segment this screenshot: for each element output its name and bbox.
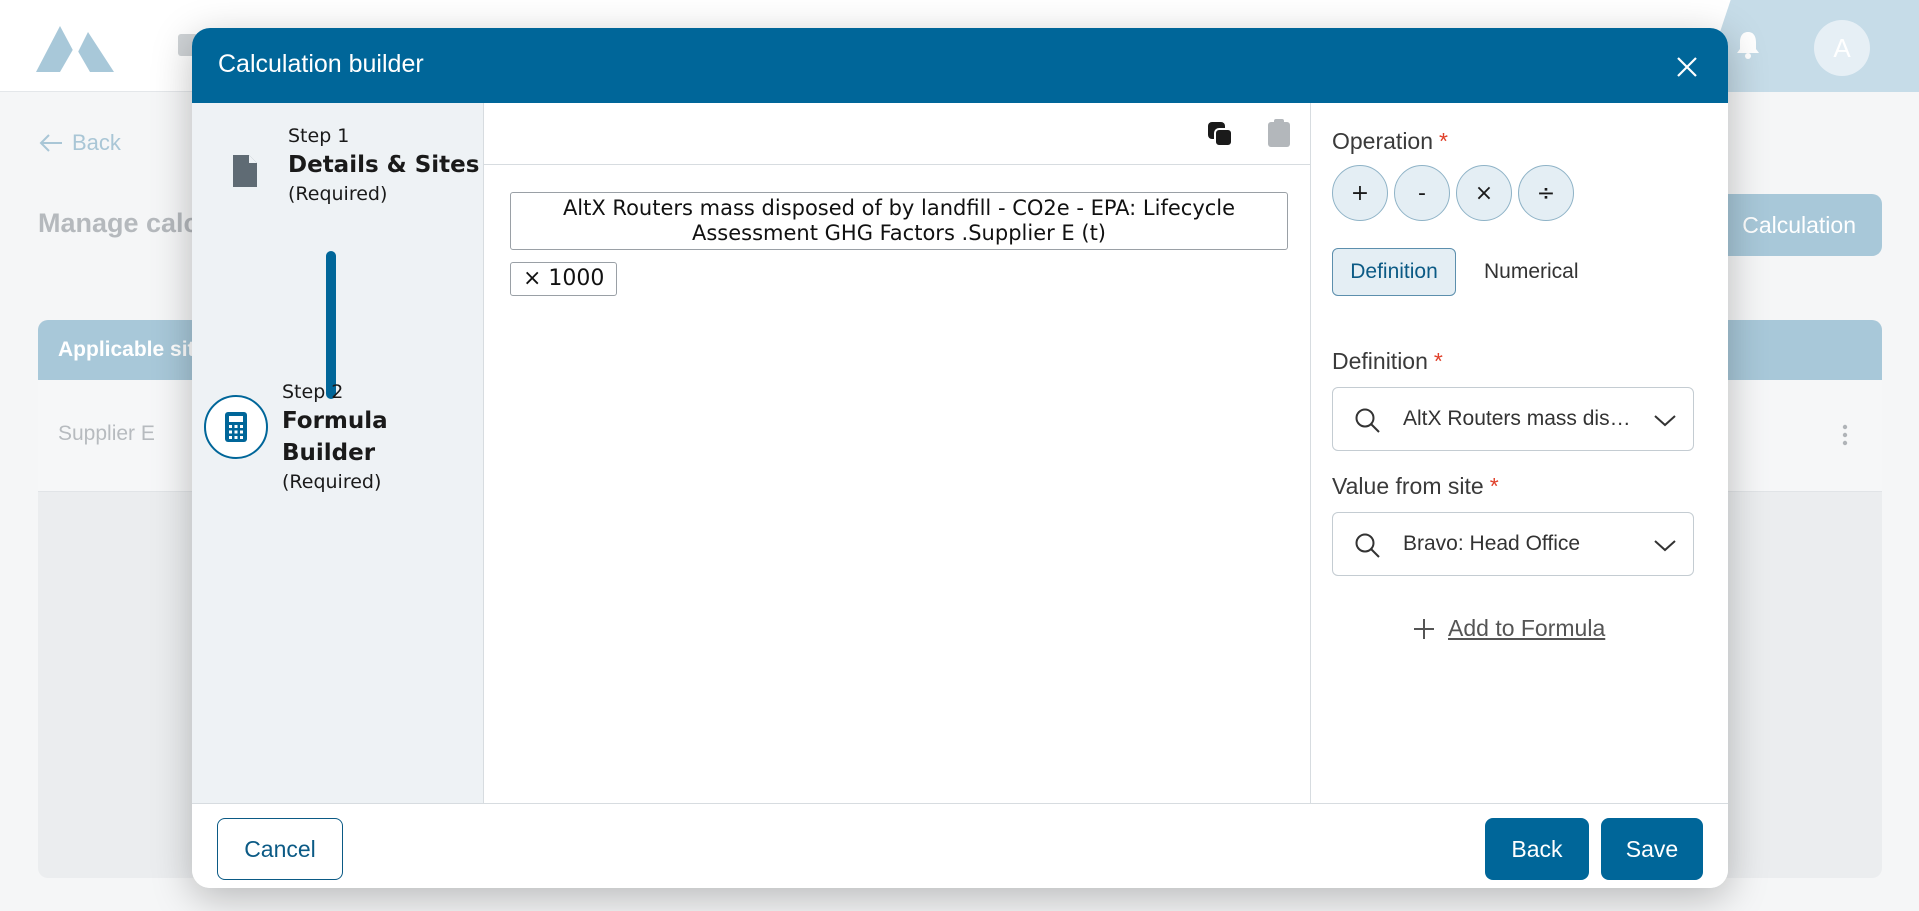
step-connector (326, 251, 336, 399)
add-to-formula-label: Add to Formula (1448, 615, 1606, 641)
background-back-label: Back (72, 130, 121, 155)
clipboard-icon[interactable] (1266, 118, 1292, 148)
bell-icon[interactable] (1734, 30, 1762, 60)
back-button[interactable]: Back (1485, 818, 1589, 880)
step2-requirement: (Required) (282, 471, 382, 493)
formula-operator-token[interactable]: × 1000 (510, 262, 618, 296)
company-logo (36, 26, 114, 72)
add-to-formula-button[interactable]: Add to Formula (1412, 615, 1605, 642)
avatar-initial: A (1833, 32, 1851, 63)
search-icon (1355, 408, 1380, 433)
header-accent (1700, 0, 1919, 92)
background-row-site: Supplier E (58, 422, 155, 445)
step2-number: Step 2 (282, 381, 344, 403)
kebab-menu-icon[interactable] (1842, 424, 1848, 446)
value-from-site-select[interactable]: Bravo: Head Office (1332, 512, 1694, 576)
value-type-toggle: Definition Numerical (1332, 248, 1593, 296)
definition-select[interactable]: AltX Routers mass disposed of by landfil… (1332, 387, 1694, 451)
step2-text: Step 2 Formula Builder (Required) (282, 379, 484, 495)
steps-panel: Step 1 Details & Sites (Required) Step 2… (192, 103, 484, 803)
chevron-down-icon (1654, 415, 1676, 427)
modal-footer: Cancel Back Save (192, 803, 1728, 888)
formula-canvas: AltX Routers mass disposed of by landfil… (484, 103, 1311, 803)
toggle-definition[interactable]: Definition (1332, 248, 1456, 296)
modal-title: Calculation builder (218, 50, 424, 78)
cancel-button[interactable]: Cancel (217, 818, 343, 880)
arrow-left-icon (39, 134, 62, 152)
canvas-toolbar (484, 103, 1311, 165)
subtract-operation-button[interactable]: - (1394, 165, 1450, 221)
toggle-numerical[interactable]: Numerical (1470, 248, 1593, 296)
value-from-site-value: Bravo: Head Office (1403, 532, 1581, 555)
required-mark: * (1489, 473, 1499, 499)
value-from-site-label: Value from site * (1332, 473, 1499, 500)
search-icon (1355, 533, 1380, 558)
formula-config-panel: Operation * + - × ÷ Definition Numerical … (1312, 103, 1728, 803)
operation-buttons: + - × ÷ (1332, 165, 1574, 221)
close-icon[interactable] (1674, 54, 1700, 80)
divide-operation-button[interactable]: ÷ (1518, 165, 1574, 221)
document-icon (233, 155, 257, 187)
background-back-link[interactable]: Back (38, 130, 121, 156)
chevron-down-icon (1654, 540, 1676, 552)
definition-label-text: Definition (1332, 348, 1428, 374)
required-mark: * (1439, 128, 1448, 154)
avatar[interactable]: A (1814, 20, 1870, 76)
value-from-site-label-text: Value from site (1332, 473, 1484, 499)
operation-label: Operation * (1332, 128, 1448, 155)
background-page-title: Manage calc (38, 208, 199, 238)
formula-definition-token[interactable]: AltX Routers mass disposed of by landfil… (510, 192, 1288, 250)
definition-select-value: AltX Routers mass disposed of by landfil… (1403, 407, 1639, 430)
background-calculation-label: Calculation (1742, 211, 1856, 238)
step2-name: Formula Builder (282, 408, 388, 466)
operation-label-text: Operation (1332, 128, 1434, 154)
step1-requirement: (Required) (288, 183, 388, 205)
plus-icon (1414, 618, 1434, 639)
modal-header: Calculation builder (192, 28, 1728, 103)
add-operation-button[interactable]: + (1332, 165, 1388, 221)
copy-icon[interactable] (1206, 120, 1234, 148)
definition-label: Definition * (1332, 348, 1443, 375)
calculator-icon (204, 395, 268, 459)
calculation-builder-modal: Calculation builder Step 1 Details & Sit… (192, 28, 1728, 888)
step1-name: Details & Sites (288, 152, 480, 178)
step1-text: Step 1 Details & Sites (Required) (288, 123, 479, 207)
save-button[interactable]: Save (1601, 818, 1703, 880)
multiply-operation-button[interactable]: × (1456, 165, 1512, 221)
required-mark: * (1433, 348, 1443, 374)
step1-number: Step 1 (288, 125, 350, 147)
